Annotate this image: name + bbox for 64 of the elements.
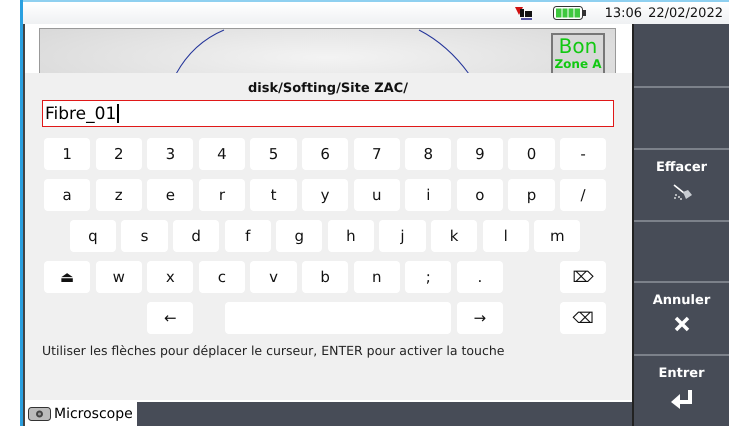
keyboard-key[interactable]: e [147, 179, 194, 211]
folder-path: disk/Softing/Site ZAC/ [247, 81, 409, 98]
keyboard-key[interactable]: o [456, 179, 504, 211]
keyboard-key[interactable]: g [276, 220, 322, 252]
close-icon [674, 316, 690, 332]
keyboard-key[interactable]: c [198, 261, 246, 293]
keyboard-key[interactable]: a [44, 179, 90, 211]
keyboard-key[interactable]: ← [147, 302, 194, 334]
keyboard-key[interactable]: → [456, 302, 504, 334]
keyboard-key[interactable]: . [456, 261, 504, 293]
keyboard-key[interactable]: ⏏ [44, 261, 90, 293]
keyboard-key[interactable]: 5 [250, 138, 297, 170]
clock-time: 13:06 [604, 6, 642, 20]
keyboard-key[interactable]: u [354, 179, 400, 211]
keyboard-key[interactable]: 4 [198, 138, 246, 170]
clock-date: 22/02/2022 [648, 6, 723, 20]
broom-icon [670, 182, 692, 201]
keyboard-key[interactable]: r [198, 179, 246, 211]
keyboard-hint: Utiliser les flèches pour déplacer le curseur, ENTER pour activer la touche [42, 343, 506, 358]
keyboard-key[interactable]: t [250, 179, 297, 211]
keyboard-key[interactable]: m [534, 220, 580, 252]
softkey-button[interactable]: Annuler [634, 283, 729, 356]
text-field[interactable]: Fibre_01 [42, 100, 614, 127]
keyboard-key[interactable]: - [560, 138, 606, 170]
keyboard-key[interactable]: 9 [456, 138, 504, 170]
camera-icon [28, 407, 51, 421]
keyboard-key[interactable]: ⌦ [560, 261, 606, 293]
battery-icon [552, 6, 587, 20]
keyboard-key[interactable]: d [172, 220, 220, 252]
power-source-icon [512, 5, 535, 21]
keyboard-key[interactable]: i [405, 179, 452, 211]
keyboard-key[interactable]: 2 [96, 138, 142, 170]
keyboard-key[interactable]: / [560, 179, 606, 211]
keyboard-key[interactable]: z [96, 179, 142, 211]
keyboard-key[interactable]: v [250, 261, 297, 293]
keyboard-key[interactable]: s [121, 220, 168, 252]
verdict-label: Bon [558, 35, 598, 57]
keyboard-key[interactable]: q [70, 220, 116, 252]
fiber-edge-arc [418, 29, 470, 74]
keyboard-key[interactable]: w [96, 261, 142, 293]
keyboard-key[interactable]: x [147, 261, 194, 293]
keyboard-key[interactable]: 7 [354, 138, 400, 170]
keyboard-key[interactable]: l [482, 220, 529, 252]
keyboard-key[interactable]: f [224, 220, 271, 252]
fiber-edge-arc [175, 29, 225, 74]
keyboard-key[interactable]: k [430, 220, 478, 252]
keyboard-key[interactable]: p [508, 179, 555, 211]
keyboard-key[interactable]: j [379, 220, 426, 252]
zone-label: Zone A [554, 57, 602, 71]
keyboard-key[interactable]: 3 [147, 138, 194, 170]
keyboard-key[interactable]: 0 [508, 138, 555, 170]
keyboard-key[interactable]: 1 [44, 138, 90, 170]
keyboard-key[interactable]: ; [405, 261, 452, 293]
keyboard-key[interactable]: ⌫ [560, 302, 606, 334]
keyboard-key[interactable]: n [354, 261, 400, 293]
softkey-button[interactable]: Entrer [634, 356, 729, 426]
keyboard-key[interactable]: 8 [405, 138, 452, 170]
softkey-button[interactable]: Effacer [634, 150, 729, 222]
keyboard-key[interactable]: b [302, 261, 348, 293]
keyboard-key[interactable]: y [302, 179, 348, 211]
keyboard-key[interactable]: h [328, 220, 374, 252]
enter-icon [670, 388, 694, 409]
microscope-tab[interactable]: Microscope [25, 402, 137, 426]
keyboard-key[interactable]: 6 [302, 138, 348, 170]
